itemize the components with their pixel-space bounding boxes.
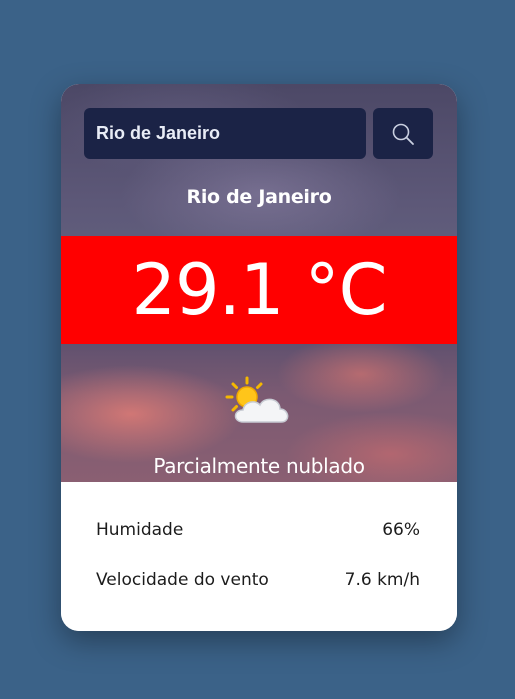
humidity-value: 66% <box>382 520 420 540</box>
weather-details: Humidade 66% Velocidade do vento 7.6 km/… <box>61 482 457 631</box>
humidity-row: Humidade 66% <box>96 520 420 540</box>
wind-speed-value: 7.6 km/h <box>344 570 420 590</box>
temperature-value: 29.1 °C <box>131 249 388 331</box>
wind-speed-label: Velocidade do vento <box>96 570 269 590</box>
wind-speed-row: Velocidade do vento 7.6 km/h <box>96 570 420 590</box>
search-icon <box>392 123 414 145</box>
city-name: Rio de Janeiro <box>186 186 332 208</box>
partly-cloudy-icon <box>225 376 289 423</box>
temperature-band: 29.1 °C <box>61 236 457 344</box>
weather-condition: Parcialmente nublado <box>153 454 365 478</box>
search-button[interactable] <box>373 108 433 159</box>
weather-card: Rio de Janeiro 29.1 °C Parcialmente nubl… <box>61 84 457 631</box>
city-search-input[interactable] <box>84 108 366 159</box>
humidity-label: Humidade <box>96 520 184 540</box>
